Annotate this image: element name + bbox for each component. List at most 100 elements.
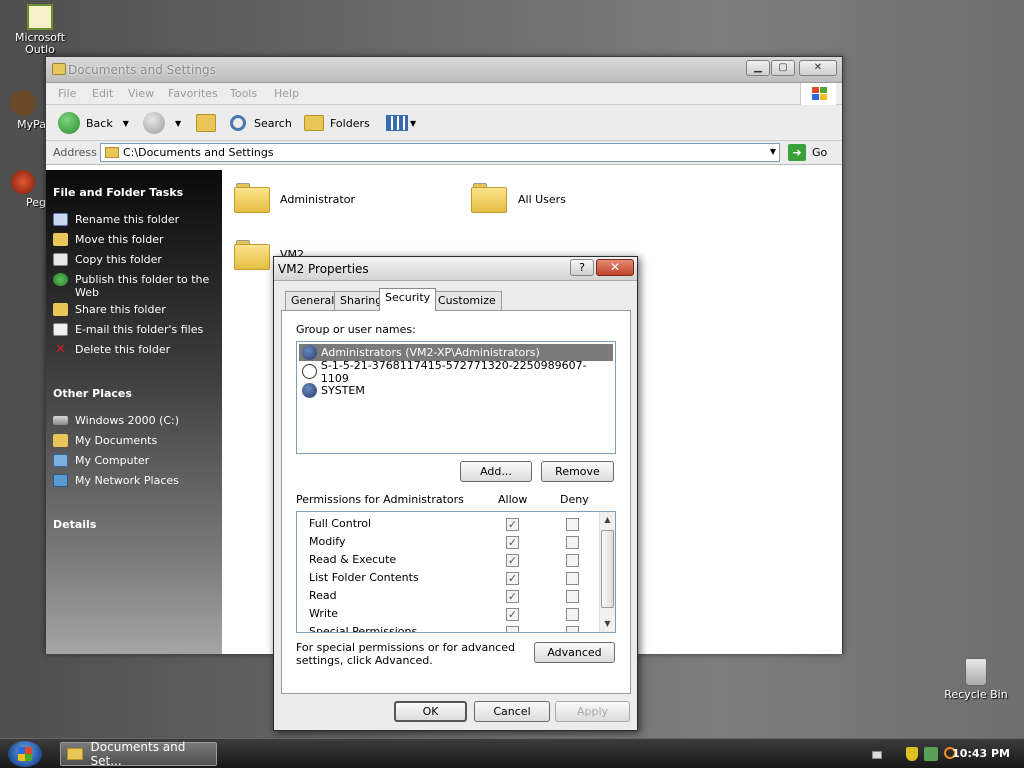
folder-icon [52,63,66,75]
allow-checkbox[interactable]: ✓ [506,590,519,603]
task-email-files[interactable]: E-mail this folder's files [53,323,218,336]
tab-customize[interactable]: Customize [432,291,502,310]
task-rename-folder[interactable]: Rename this folder [53,213,218,226]
allow-checkbox[interactable]: ✓ [506,554,519,567]
tab-general[interactable]: General [285,291,341,310]
deny-checkbox[interactable] [566,590,579,603]
menu-help[interactable]: Help [274,87,299,100]
remove-user-button[interactable]: Remove [541,461,614,482]
menu-view[interactable]: View [128,87,154,100]
menu-edit[interactable]: Edit [92,87,113,100]
place-network-places[interactable]: My Network Places [53,474,218,487]
allow-checkbox[interactable]: ✓ [506,572,519,585]
deny-checkbox[interactable] [566,518,579,531]
task-delete-folder[interactable]: ✕ Delete this folder [53,343,218,356]
forward-button[interactable]: ▼ [143,112,181,134]
back-button[interactable]: Back ▼ [58,112,129,134]
deny-checkbox[interactable] [566,536,579,549]
details-header[interactable]: Details [53,518,96,531]
place-label: Windows 2000 (C:) [75,414,180,427]
permission-row: Read ✓ [309,589,599,605]
address-label: Address [53,146,97,159]
desktop-icon-mypa[interactable]: MyPa [0,90,46,131]
task-publish-folder[interactable]: Publish this folder to the Web [53,273,218,299]
clock[interactable]: 10:43 PM [952,747,1010,760]
folders-button[interactable]: Folders [304,112,370,134]
peg-icon [11,170,35,194]
start-button[interactable] [8,741,42,767]
maximize-button[interactable]: ▢ [771,60,795,76]
keyboard-icon[interactable] [872,751,882,759]
task-pane: File and Folder Tasks Rename this folder… [46,170,222,654]
task-share-folder[interactable]: Share this folder [53,303,218,316]
taskbar-task-explorer[interactable]: Documents and Set... [60,740,217,768]
user-unknown-icon [302,364,317,379]
desktop-icon-recycle-bin[interactable]: Recycle Bin [936,658,1016,701]
allow-checkbox[interactable]: ✓ [506,536,519,549]
user-group-icon [302,345,317,360]
folder-label: Administrator [280,193,355,206]
forward-arrow-icon [143,112,165,134]
menu-favorites[interactable]: Favorites [168,87,218,100]
views-dropdown-icon: ▼ [410,118,417,128]
place-windows-drive[interactable]: Windows 2000 (C:) [53,414,218,427]
address-dropdown-icon[interactable]: ▼ [770,147,776,156]
user-list-item[interactable]: SYSTEM [299,382,613,399]
deny-checkbox[interactable] [566,626,579,632]
deny-checkbox[interactable] [566,554,579,567]
add-user-button[interactable]: Add... [460,461,532,482]
minimize-button[interactable]: ▁ [746,60,770,76]
deny-checkbox[interactable] [566,572,579,585]
back-dropdown-icon[interactable]: ▼ [123,119,129,128]
scroll-down-icon[interactable]: ▼ [600,617,615,631]
deny-checkbox[interactable] [566,608,579,621]
permissions-scrollbar[interactable]: ▲ ▼ [599,512,615,632]
allow-checkbox[interactable]: ✓ [506,518,519,531]
menu-file[interactable]: File [58,87,76,100]
dialog-titlebar[interactable]: VM2 Properties ? ✕ [274,257,637,281]
drive-icon [53,416,68,425]
explorer-titlebar[interactable]: Documents and Settings ▁ ▢ ✕ [46,57,842,83]
desktop-icon-peg[interactable]: Peg [0,170,46,209]
allow-checkbox[interactable]: ✓ [506,608,519,621]
advanced-button[interactable]: Advanced [534,642,615,663]
address-field[interactable]: C:\Documents and Settings ▼ [100,143,780,162]
close-button[interactable]: ✕ [799,60,837,76]
desktop-icon-outlook[interactable]: Microsoft Outlo [0,4,80,56]
up-folder-button[interactable] [196,112,216,134]
task-copy-folder[interactable]: Copy this folder [53,253,218,266]
place-my-computer[interactable]: My Computer [53,454,218,467]
menu-tools[interactable]: Tools [230,87,257,100]
file-folder-tasks-header[interactable]: File and Folder Tasks [53,186,183,199]
tab-security[interactable]: Security [379,288,437,311]
allow-header: Allow [498,493,528,506]
forward-dropdown-icon[interactable]: ▼ [175,119,181,128]
computer-icon [53,454,68,467]
search-button[interactable]: Search [230,112,292,134]
task-label: Delete this folder [75,343,171,356]
views-button[interactable]: ▼ [386,112,416,134]
apply-button[interactable]: Apply [555,701,630,722]
other-places-header[interactable]: Other Places [53,387,132,400]
allow-checkbox[interactable] [506,626,519,632]
permission-row: Modify ✓ [309,535,599,551]
ok-button[interactable]: OK [394,701,467,722]
go-button[interactable]: ➜ Go [788,144,827,161]
user-list: Administrators (VM2-XP\Administrators) S… [296,341,616,454]
permissions-label: Permissions for Administrators [296,493,464,506]
place-my-documents[interactable]: My Documents [53,434,218,447]
security-shield-icon[interactable] [906,747,918,761]
help-button[interactable]: ? [570,259,594,276]
permission-name: Write [309,607,339,620]
network-icon[interactable] [924,747,938,761]
dialog-close-button[interactable]: ✕ [596,259,634,276]
folder-icon [234,238,270,270]
cancel-button[interactable]: Cancel [474,701,550,722]
user-list-item[interactable]: S-1-5-21-3768117415-572771320-2250989607… [299,359,613,385]
globe-icon [53,273,68,286]
share-icon [53,303,68,316]
permission-name: List Folder Contents [309,571,419,584]
scroll-up-icon[interactable]: ▲ [600,513,615,527]
scroll-thumb[interactable] [601,530,614,608]
task-move-folder[interactable]: Move this folder [53,233,218,246]
